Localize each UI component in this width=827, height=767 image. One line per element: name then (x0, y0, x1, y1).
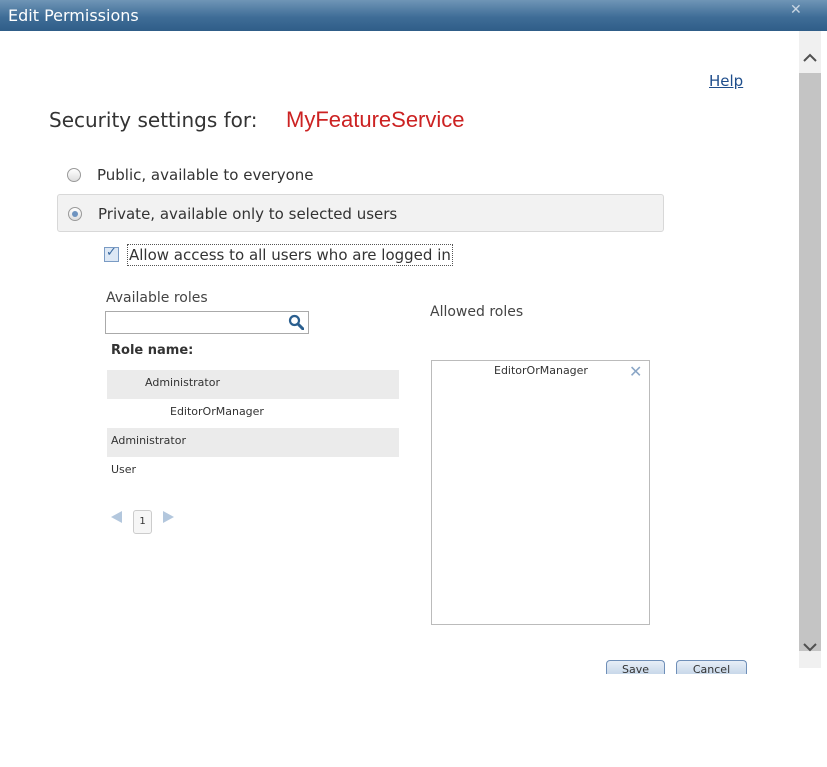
allowed-roles-list: EditorOrManager ✕ (431, 360, 650, 625)
role-row[interactable]: EditorOrManager (107, 399, 399, 428)
public-option[interactable]: Public, available to everyone (57, 156, 664, 194)
allow-logged-in-label[interactable]: Allow access to all users who are logged… (127, 244, 453, 266)
role-name-column-header: Role name: (111, 343, 194, 358)
private-radio[interactable] (68, 207, 82, 221)
save-button[interactable]: Save (606, 660, 665, 674)
public-option-label: Public, available to everyone (97, 166, 314, 184)
help-link[interactable]: Help (709, 72, 743, 90)
scroll-down-icon[interactable] (801, 638, 819, 656)
role-row[interactable]: Administrator (107, 370, 399, 399)
role-search-box[interactable] (105, 311, 309, 334)
page-number-button[interactable]: 1 (133, 510, 152, 534)
role-row-label: User (111, 463, 137, 476)
vertical-scrollbar[interactable] (799, 31, 821, 668)
private-option-label: Private, available only to selected user… (98, 205, 398, 223)
dialog-title: Edit Permissions (8, 6, 139, 25)
previous-page-icon[interactable] (111, 511, 122, 523)
role-row-label: Administrator (111, 434, 186, 447)
cancel-button[interactable]: Cancel (676, 660, 747, 674)
private-option[interactable]: Private, available only to selected user… (57, 194, 664, 232)
available-roles-heading: Available roles (106, 290, 208, 306)
remove-role-icon[interactable]: ✕ (629, 364, 642, 380)
allowed-role-item: EditorOrManager (494, 364, 588, 377)
role-row[interactable]: User (107, 457, 399, 486)
role-row[interactable]: Administrator (107, 428, 399, 457)
security-settings-label: Security settings for: (49, 108, 258, 132)
next-page-icon[interactable] (163, 511, 174, 523)
role-row-label: Administrator (145, 376, 220, 389)
allow-logged-in-checkbox[interactable] (104, 245, 119, 262)
dialog-title-bar: Edit Permissions ✕ (0, 0, 827, 31)
role-row-label: EditorOrManager (170, 405, 264, 418)
close-icon[interactable]: ✕ (790, 2, 802, 18)
public-radio[interactable] (67, 168, 81, 182)
scrollbar-thumb[interactable] (799, 73, 821, 651)
search-icon[interactable] (288, 314, 304, 330)
allowed-roles-heading: Allowed roles (430, 304, 524, 320)
scroll-up-icon[interactable] (801, 49, 819, 67)
service-name: MyFeatureService (286, 107, 465, 132)
